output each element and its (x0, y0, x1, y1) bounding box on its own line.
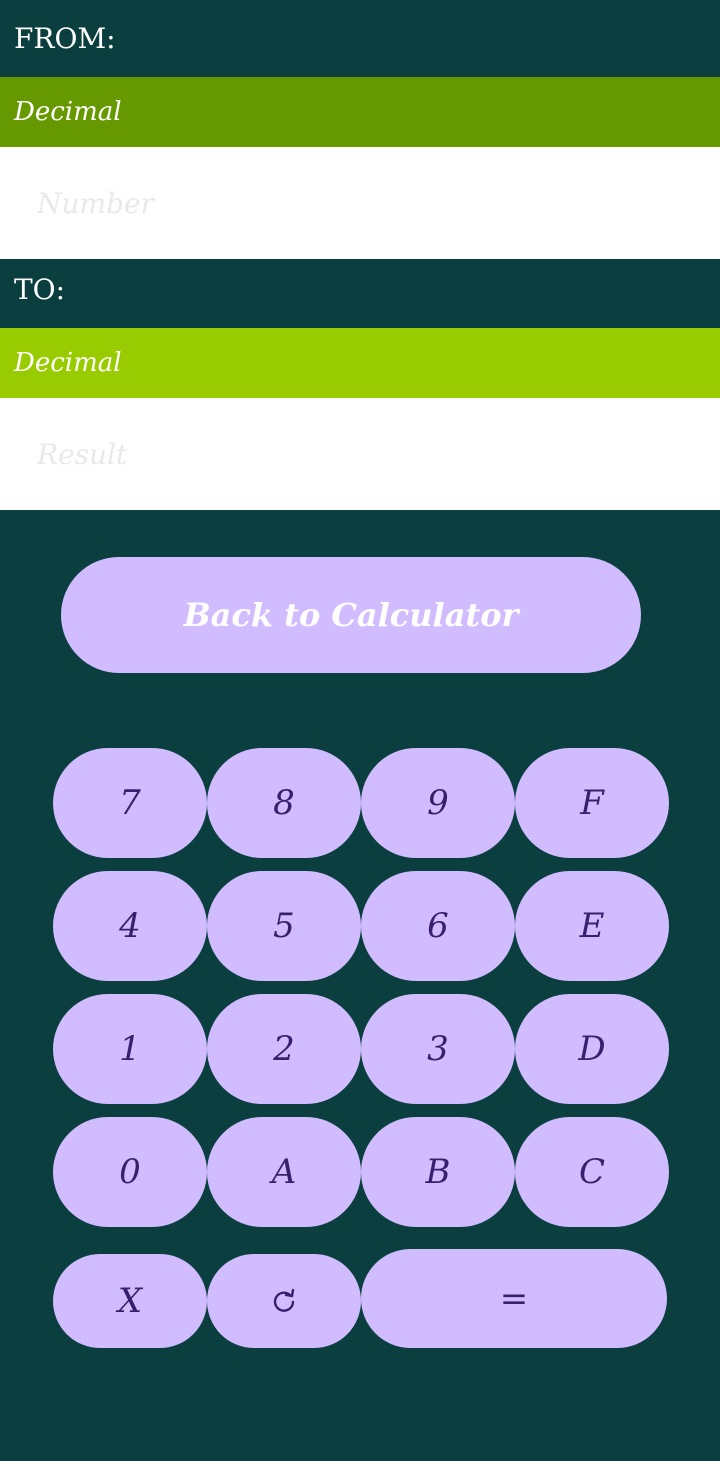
key-c[interactable]: C (515, 1117, 669, 1227)
reset-button[interactable] (207, 1254, 361, 1348)
key-0[interactable]: 0 (53, 1117, 207, 1227)
to-base-selector[interactable]: Decimal (0, 328, 720, 398)
refresh-icon (270, 1287, 298, 1315)
key-b[interactable]: B (361, 1117, 515, 1227)
result-field-container (0, 398, 720, 510)
back-to-calculator-button[interactable]: Back to Calculator (61, 557, 641, 673)
key-3[interactable]: 3 (361, 994, 515, 1104)
key-a[interactable]: A (207, 1117, 361, 1227)
number-field-container (0, 147, 720, 259)
key-e[interactable]: E (515, 871, 669, 981)
key-1[interactable]: 1 (53, 994, 207, 1104)
to-label: TO: (14, 273, 66, 306)
converter-screen: FROM: Decimal TO: Decimal Back to Calcul… (0, 0, 720, 1461)
from-base-selector[interactable]: Decimal (0, 77, 720, 147)
from-base-value: Decimal (14, 97, 122, 127)
number-input[interactable] (35, 185, 720, 221)
key-7[interactable]: 7 (53, 748, 207, 858)
key-5[interactable]: 5 (207, 871, 361, 981)
equals-button[interactable]: = (361, 1249, 667, 1348)
key-6[interactable]: 6 (361, 871, 515, 981)
to-base-value: Decimal (14, 348, 122, 378)
key-f[interactable]: F (515, 748, 669, 858)
result-input[interactable] (35, 436, 720, 472)
from-label: FROM: (14, 22, 116, 55)
key-9[interactable]: 9 (361, 748, 515, 858)
key-2[interactable]: 2 (207, 994, 361, 1104)
key-d[interactable]: D (515, 994, 669, 1104)
key-4[interactable]: 4 (53, 871, 207, 981)
clear-button[interactable]: X (53, 1254, 207, 1348)
key-8[interactable]: 8 (207, 748, 361, 858)
